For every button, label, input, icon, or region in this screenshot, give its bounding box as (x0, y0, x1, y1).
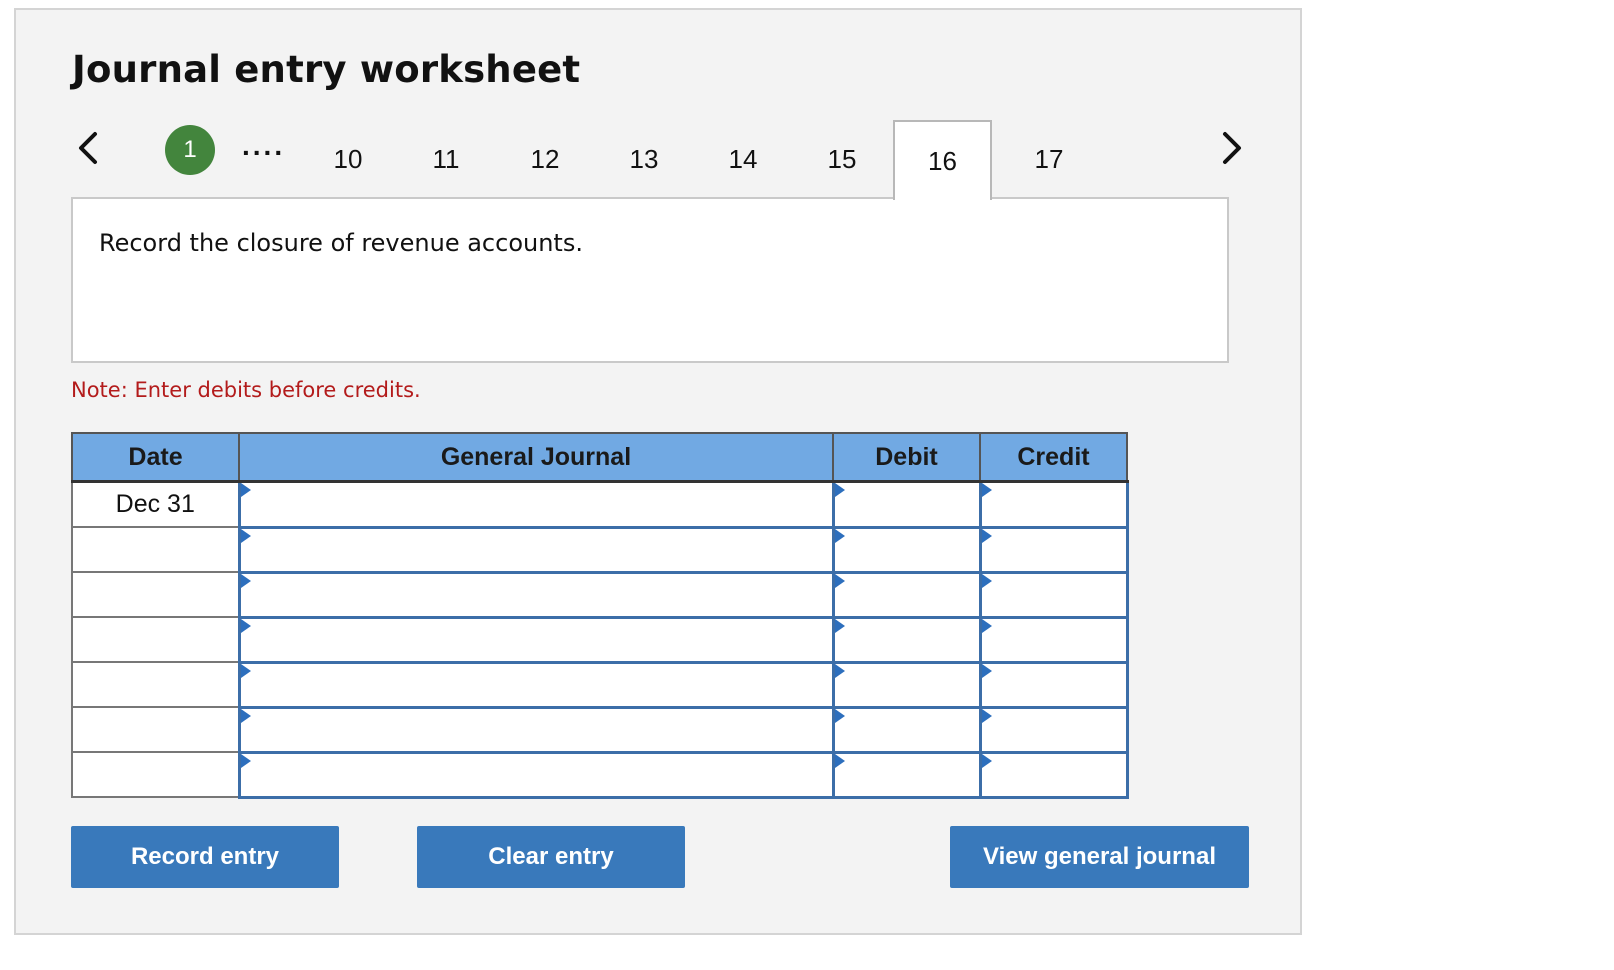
debit-input[interactable] (831, 570, 982, 619)
tab-13[interactable]: 13 (612, 120, 676, 198)
journal-account-input[interactable] (237, 480, 835, 529)
step-1-badge[interactable]: 1 (165, 125, 215, 175)
table-row (71, 525, 1129, 574)
header-date: Date (71, 432, 240, 483)
page-title: Journal entry worksheet (72, 48, 581, 91)
tab-11[interactable]: 11 (414, 120, 478, 198)
date-cell[interactable] (71, 571, 240, 618)
debit-input[interactable] (831, 660, 982, 709)
chevron-left-icon (79, 132, 97, 164)
journal-account-input[interactable] (237, 750, 835, 799)
debit-input[interactable] (831, 615, 982, 664)
credit-input[interactable] (978, 570, 1129, 619)
table-row (71, 570, 1129, 619)
header-general-journal: General Journal (238, 432, 834, 483)
header-debit: Debit (832, 432, 981, 483)
date-cell[interactable] (71, 616, 240, 663)
journal-account-input[interactable] (237, 660, 835, 709)
header-credit: Credit (979, 432, 1128, 483)
tab-17[interactable]: 17 (1017, 120, 1081, 198)
instructions-text: Record the closure of revenue accounts. (99, 229, 583, 257)
credit-input[interactable] (978, 480, 1129, 529)
tab-15[interactable]: 15 (810, 120, 874, 198)
debit-input[interactable] (831, 705, 982, 754)
table-row: Dec 31 (71, 480, 1129, 529)
prev-step-button[interactable] (68, 128, 108, 168)
journal-account-input[interactable] (237, 525, 835, 574)
table-row (71, 705, 1129, 754)
tab-10[interactable]: 10 (316, 120, 380, 198)
date-cell[interactable] (71, 706, 240, 753)
instructions-box: Record the closure of revenue accounts. (71, 197, 1229, 363)
chevron-right-icon (1223, 132, 1241, 164)
step-ellipsis: .... (242, 130, 286, 161)
credit-input[interactable] (978, 705, 1129, 754)
date-cell[interactable] (71, 661, 240, 708)
credit-input[interactable] (978, 660, 1129, 709)
record-entry-button[interactable]: Record entry (71, 826, 339, 888)
debit-input[interactable] (831, 525, 982, 574)
table-row (71, 750, 1129, 799)
date-cell[interactable] (71, 751, 240, 798)
journal-account-input[interactable] (237, 705, 835, 754)
table-row (71, 660, 1129, 709)
credit-input[interactable] (978, 615, 1129, 664)
table-row (71, 615, 1129, 664)
view-general-journal-button[interactable]: View general journal (950, 826, 1249, 888)
journal-account-input[interactable] (237, 615, 835, 664)
debit-input[interactable] (831, 750, 982, 799)
note-text: Note: Enter debits before credits. (71, 378, 421, 402)
clear-entry-button[interactable]: Clear entry (417, 826, 685, 888)
date-cell[interactable] (71, 526, 240, 573)
tab-14[interactable]: 14 (711, 120, 775, 198)
tab-16[interactable]: 16 (893, 120, 992, 200)
tab-12[interactable]: 12 (513, 120, 577, 198)
next-step-button[interactable] (1212, 128, 1252, 168)
date-cell[interactable]: Dec 31 (71, 480, 240, 528)
journal-account-input[interactable] (237, 570, 835, 619)
worksheet-panel: Journal entry worksheet 1 .... 10 11 12 … (14, 8, 1302, 935)
debit-input[interactable] (831, 480, 982, 529)
table-header-row: Date General Journal Debit Credit (71, 432, 1128, 483)
journal-table: Date General Journal Debit Credit Dec 31 (71, 432, 1129, 799)
credit-input[interactable] (978, 750, 1129, 799)
credit-input[interactable] (978, 525, 1129, 574)
